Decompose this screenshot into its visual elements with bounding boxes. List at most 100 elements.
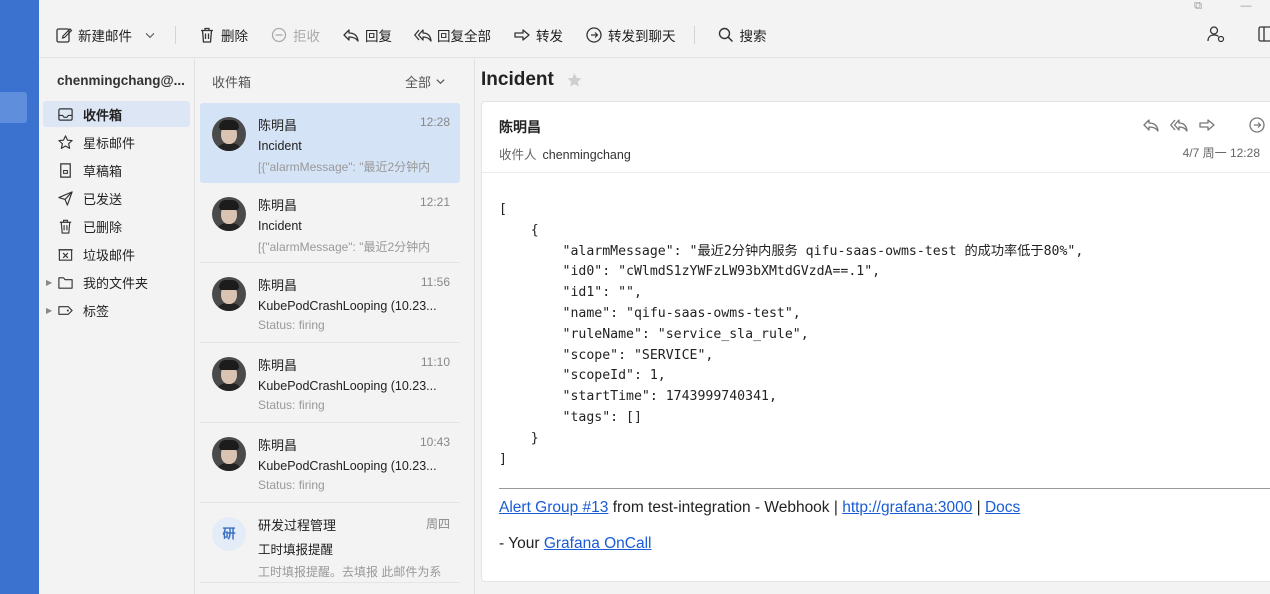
draft-icon <box>60 162 71 178</box>
msg-time: 10:43 <box>419 435 450 449</box>
filter-dropdown[interactable]: 全部 <box>405 72 446 91</box>
trash-icon <box>201 27 213 43</box>
msg-sender: 陈明昌 <box>258 278 298 293</box>
reply-all-icon <box>414 29 432 42</box>
list-item[interactable]: 陈明昌 12:28 Incident [{"alarmMessage": "最近2… <box>200 103 460 183</box>
sidebar-item-label: 已删除 <box>83 219 123 235</box>
msg-preview: [{"alarmMessage": "最近2分钟内 <box>258 240 431 254</box>
sidebar-item-sent[interactable]: 已发送 <box>43 185 190 211</box>
expand-caret-icon[interactable]: ▶ <box>46 278 52 287</box>
sidebar-item-deleted[interactable]: 已删除 <box>43 213 190 239</box>
delete-button[interactable]: 删除 <box>198 25 248 45</box>
new-mail-label: 新建邮件 <box>78 29 132 44</box>
list-item[interactable]: 陈明昌 11:10 KubePodCrashLooping (10.23... S… <box>200 343 460 423</box>
sidebar-item-label: 我的文件夹 <box>83 275 149 291</box>
search-icon <box>718 27 733 43</box>
forward-button[interactable]: 转发 <box>513 25 563 45</box>
mail-body-json: [ { "alarmMessage": "最近2分钟内服务 qifu-saas-… <box>499 202 1084 467</box>
toolbar-divider <box>693 26 695 44</box>
account-name[interactable]: chenmingchang@... <box>39 59 194 101</box>
block-icon <box>271 27 287 43</box>
reply-all-icon[interactable] <box>1170 116 1188 134</box>
mail-sender[interactable]: 陈明昌 <box>499 117 541 137</box>
forward-to-chat-label: 转发到聊天 <box>608 29 676 44</box>
grafana-link[interactable]: http://grafana:3000 <box>842 499 972 516</box>
toolbar: 新建邮件 删除 拒收 回复 回复全部 转发 转发到聊天 搜索 <box>55 22 789 48</box>
alert-group-link[interactable]: Alert Group #13 <box>499 499 608 516</box>
forward-label: 转发 <box>536 29 563 44</box>
sidebar-item-label: 草稿箱 <box>83 163 123 179</box>
delete-label: 删除 <box>221 29 248 44</box>
sidebar-item-junk[interactable]: 垃圾邮件 <box>43 241 190 267</box>
sidebar-item-inbox[interactable]: 收件箱 <box>43 101 190 127</box>
sidebar-item-my-folders[interactable]: ▶ 我的文件夹 <box>43 269 190 295</box>
sidebar-item-starred[interactable]: 星标邮件 <box>43 129 190 155</box>
chevron-down-icon[interactable] <box>143 28 157 42</box>
send-icon <box>58 190 73 206</box>
reply-all-label: 回复全部 <box>437 29 491 44</box>
recipient-name[interactable]: chenmingchang <box>543 148 631 162</box>
msg-preview: Status: firing <box>258 478 325 492</box>
tag-icon <box>58 305 73 315</box>
msg-subject: KubePodCrashLooping (10.23... <box>258 459 437 473</box>
reply-icon[interactable] <box>1142 116 1160 134</box>
rail-mail-tab[interactable] <box>0 92 27 123</box>
star-icon <box>58 134 73 149</box>
window-controls: ⧉ — <box>1174 0 1270 14</box>
chat-forward-icon[interactable] <box>1248 116 1266 134</box>
msg-preview: Status: firing <box>258 318 325 332</box>
expand-caret-icon[interactable]: ▶ <box>46 306 52 315</box>
reply-label: 回复 <box>365 29 392 44</box>
list-item[interactable]: 陈明昌 12:21 Incident [{"alarmMessage": "最近2… <box>200 183 460 263</box>
msg-sender: 研发过程管理 <box>258 518 337 533</box>
forward-icon <box>514 29 530 41</box>
message-list: 收件箱 全部 陈明昌 12:28 Incident [{"alarmMessage… <box>196 59 475 594</box>
grafana-oncall-link[interactable]: Grafana OnCall <box>544 535 652 552</box>
search-button[interactable]: 搜索 <box>717 25 767 45</box>
star-icon[interactable] <box>566 72 583 89</box>
sidebar-item-label: 星标邮件 <box>83 135 136 151</box>
msg-time: 12:21 <box>419 195 450 209</box>
msg-preview: 工时填报提醒。去填报 此邮件为系 <box>258 565 442 579</box>
header-divider <box>482 172 1270 173</box>
forward-icon[interactable] <box>1198 116 1216 134</box>
list-item[interactable]: 陈明昌 11:56 KubePodCrashLooping (10.23... S… <box>200 263 460 343</box>
msg-subject: Incident <box>258 219 302 233</box>
mail-card: 陈明昌 收件人 chenmingchang 4/7 周一 12:28 [ { "a… <box>481 101 1270 582</box>
msg-subject: Incident <box>258 139 302 153</box>
restore-window-icon[interactable]: ⧉ <box>1174 0 1222 14</box>
minimize-window-icon[interactable]: — <box>1222 0 1270 14</box>
toolbar-divider <box>175 26 176 44</box>
folder-icon <box>58 276 73 289</box>
list-item[interactable]: 研 研发过程管理 周四 工时填报提醒 工时填报提醒。去填报 此邮件为系 <box>200 503 460 583</box>
msg-time: 11:10 <box>420 355 450 369</box>
avatar <box>212 277 246 311</box>
reply-all-button[interactable]: 回复全部 <box>414 25 491 45</box>
msg-subject: KubePodCrashLooping (10.23... <box>258 299 437 313</box>
docs-link[interactable]: Docs <box>985 499 1020 516</box>
reading-pane: Incident 陈明昌 收件人 chenmingchang 4/7 周一 12:… <box>476 59 1270 594</box>
sidebar-item-label: 垃圾邮件 <box>83 247 136 263</box>
new-mail-button[interactable]: 新建邮件 <box>55 25 157 45</box>
reject-button[interactable]: 拒收 <box>270 25 320 45</box>
reply-button[interactable]: 回复 <box>342 25 392 45</box>
body-divider <box>499 488 1270 489</box>
avatar <box>212 197 246 231</box>
sidebar-item-tags[interactable]: ▶ 标签 <box>43 297 190 323</box>
message-list-header: 收件箱 全部 <box>196 59 474 103</box>
filter-label: 全部 <box>404 74 431 90</box>
msg-preview: [{"alarmMessage": "最近2分钟内 <box>258 160 431 174</box>
list-item[interactable]: 陈明昌 10:43 KubePodCrashLooping (10.23... S… <box>200 423 460 503</box>
folder-pane: chenmingchang@... 收件箱 星标邮件 草稿箱 已发送 已删除 垃… <box>39 59 195 594</box>
forward-to-chat-button[interactable]: 转发到聊天 <box>585 25 676 45</box>
sidebar-item-drafts[interactable]: 草稿箱 <box>43 157 190 183</box>
layout-icon[interactable] <box>1256 24 1270 44</box>
msg-sender: 陈明昌 <box>258 118 298 133</box>
compose-icon <box>56 28 73 43</box>
mail-title: Incident <box>481 69 583 91</box>
footer-your-text: - Your <box>499 535 544 552</box>
contacts-icon[interactable] <box>1206 24 1226 44</box>
toolbar-right <box>1206 24 1270 44</box>
search-label: 搜索 <box>739 29 767 44</box>
chevron-down-icon <box>436 78 445 84</box>
